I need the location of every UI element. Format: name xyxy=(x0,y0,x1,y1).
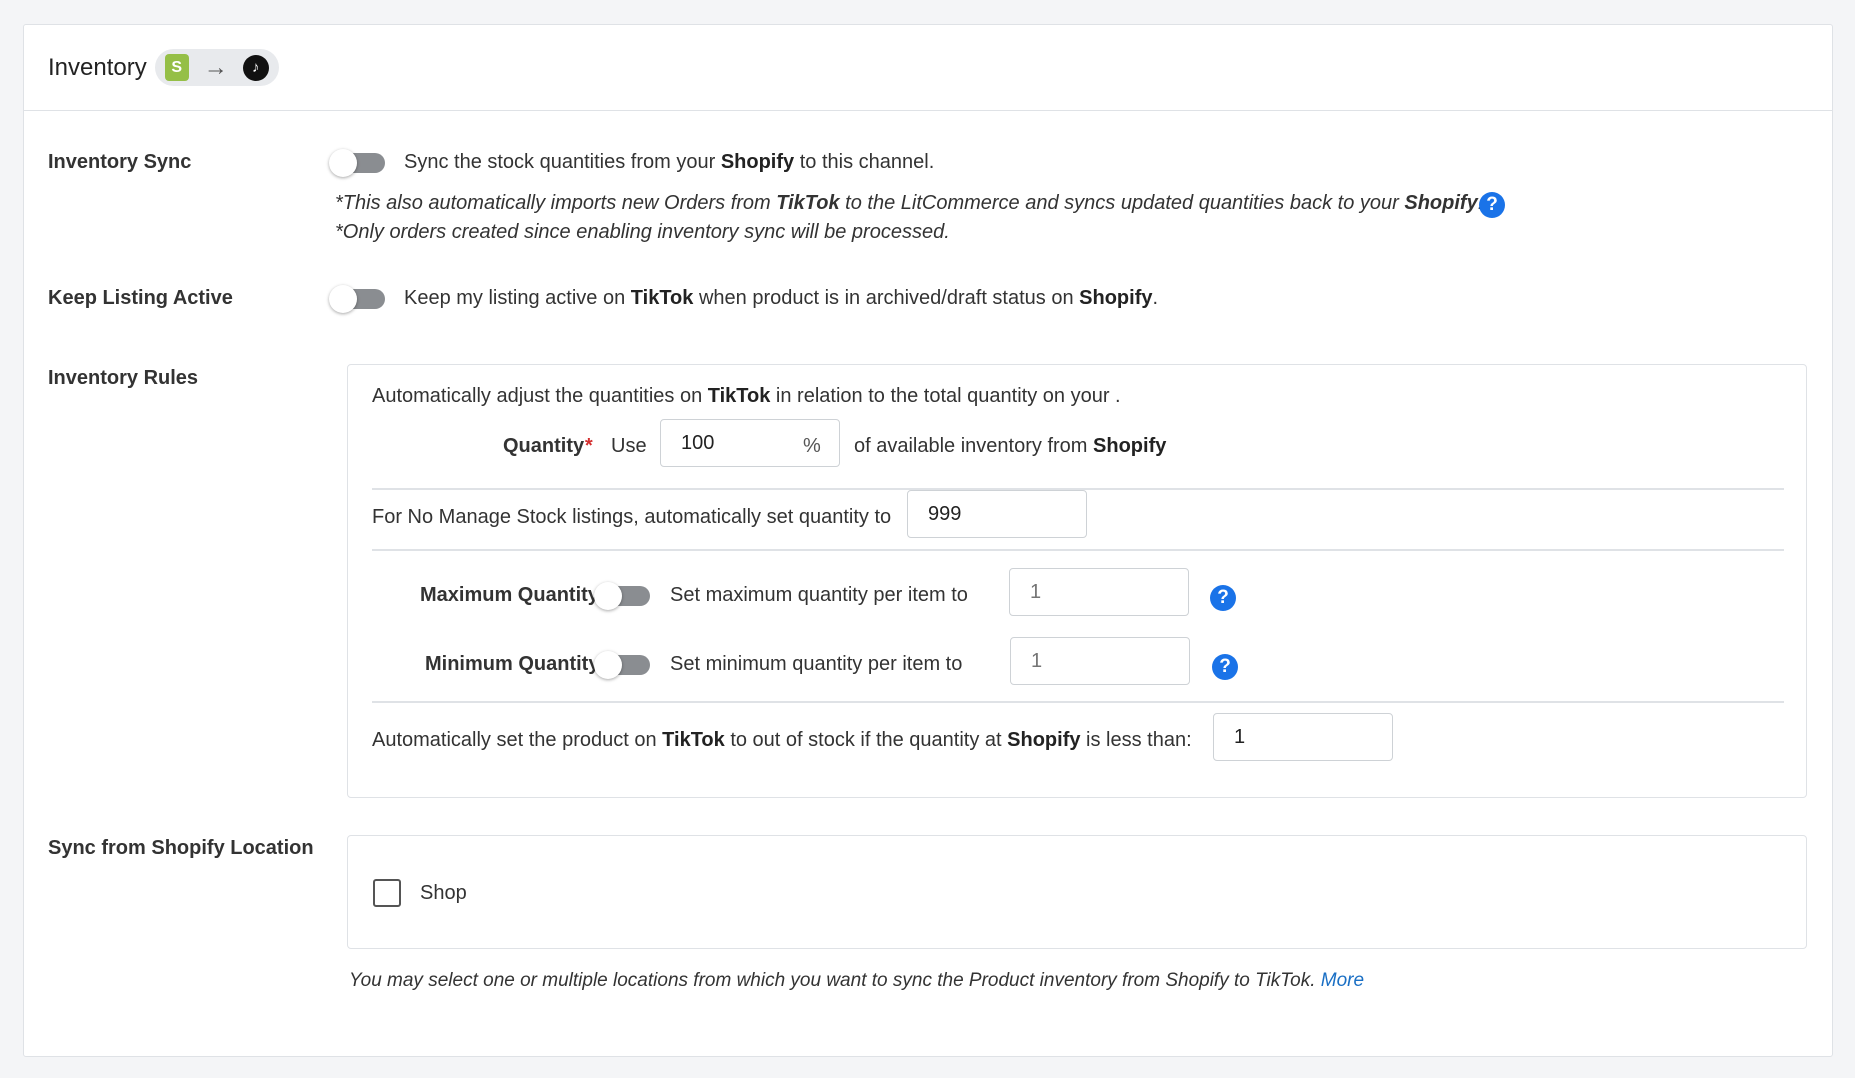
location-hint-text: You may select one or multiple locations… xyxy=(349,970,1365,991)
maximum-quantity-label: Maximum Quantity xyxy=(420,584,599,606)
page-title: Inventory xyxy=(48,53,147,81)
maximum-quantity-help-icon[interactable]: ? xyxy=(1210,585,1236,611)
no-manage-stock-quantity-input[interactable] xyxy=(907,490,1087,538)
keep-listing-active-label: Keep Listing Active xyxy=(48,287,233,309)
out-of-stock-rule-text: Automatically set the product on TikTok … xyxy=(372,729,1192,751)
percent-suffix: % xyxy=(803,435,821,457)
divider xyxy=(372,701,1784,703)
location-label-shop: Shop xyxy=(420,882,467,904)
location-list-panel: Shop xyxy=(347,835,1807,949)
quantity-label: Quantity* xyxy=(503,435,592,457)
inventory-sync-toggle[interactable] xyxy=(329,149,387,177)
maximum-quantity-description: Set maximum quantity per item to xyxy=(670,584,968,606)
rules-intro-text: Automatically adjust the quantities on T… xyxy=(372,385,1121,407)
shopify-icon: S xyxy=(164,54,189,81)
minimum-quantity-label: Minimum Quantity xyxy=(425,653,600,675)
minimum-quantity-toggle[interactable] xyxy=(594,651,652,679)
location-checkbox-shop[interactable] xyxy=(373,879,401,907)
inventory-sync-note-processing: *Only orders created since enabling inve… xyxy=(335,221,950,243)
inventory-sync-label: Inventory Sync xyxy=(48,151,192,173)
maximum-quantity-input[interactable] xyxy=(1009,568,1189,616)
inventory-sync-note-orders: *This also automatically imports new Ord… xyxy=(335,192,1483,214)
arrow-right-icon: → xyxy=(203,53,228,81)
maximum-quantity-toggle[interactable] xyxy=(594,582,652,610)
divider xyxy=(372,549,1784,551)
minimum-quantity-help-icon[interactable]: ? xyxy=(1212,654,1238,680)
inventory-sync-help-icon[interactable]: ? xyxy=(1479,192,1505,218)
inventory-sync-description: Sync the stock quantities from your Shop… xyxy=(404,151,935,173)
inventory-card: Inventory S → ♪ Inventory Sync Sync the … xyxy=(23,24,1833,1057)
minimum-quantity-input[interactable] xyxy=(1010,637,1190,685)
no-manage-stock-label: For No Manage Stock listings, automatica… xyxy=(372,506,892,528)
minimum-quantity-description: Set minimum quantity per item to xyxy=(670,653,963,675)
inventory-rules-label: Inventory Rules xyxy=(48,367,199,389)
use-label: Use xyxy=(611,435,647,457)
more-link[interactable]: More xyxy=(1321,970,1364,991)
available-inventory-text: of available inventory from Shopify xyxy=(854,435,1167,457)
card-header: Inventory S → ♪ xyxy=(24,25,1832,111)
keep-listing-active-description: Keep my listing active on TikTok when pr… xyxy=(404,287,1159,309)
out-of-stock-threshold-input[interactable] xyxy=(1213,713,1393,761)
inventory-rules-panel: Automatically adjust the quantities on T… xyxy=(347,364,1807,798)
sync-location-label: Sync from Shopify Location xyxy=(48,837,314,859)
keep-listing-active-toggle[interactable] xyxy=(329,285,387,313)
channel-flow-badge: S → ♪ xyxy=(154,49,279,86)
tiktok-icon: ♪ xyxy=(242,54,269,81)
